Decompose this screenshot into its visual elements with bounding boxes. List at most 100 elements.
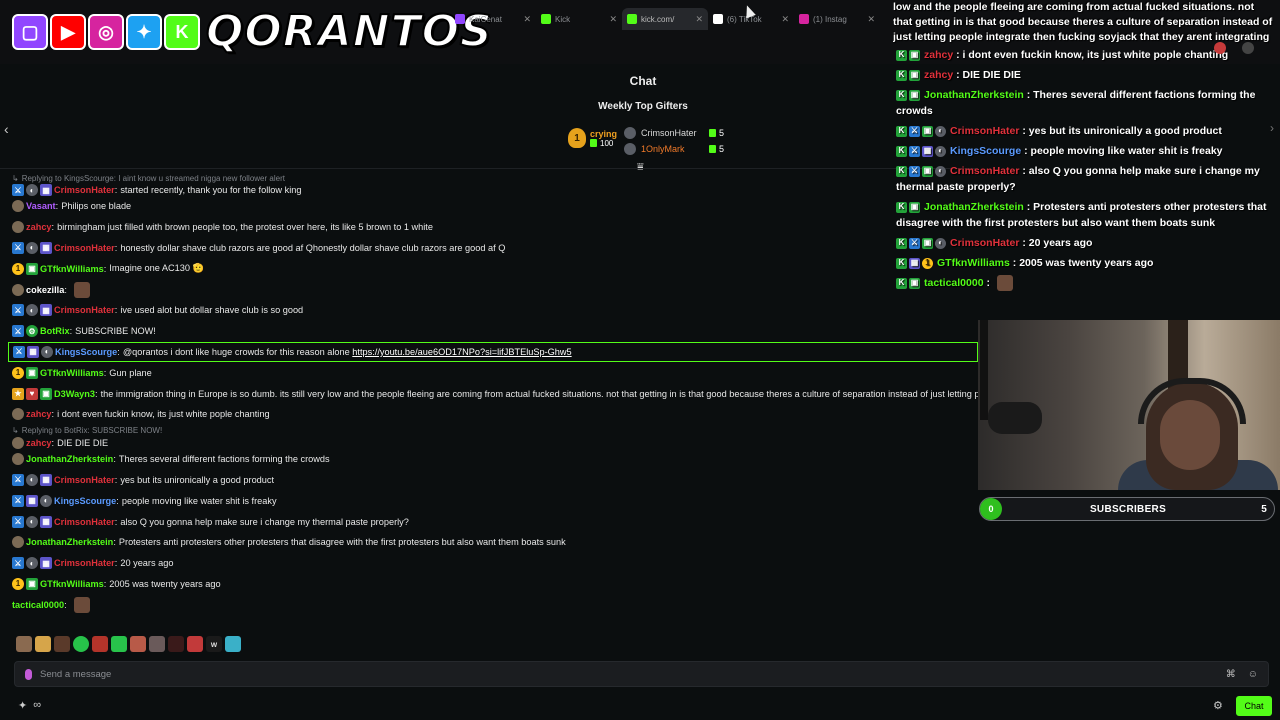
emoji-icon[interactable]: ☺ [1248,669,1258,680]
overlay-message-text: people moving like water shit is freaky [1030,145,1223,157]
chat-username[interactable]: cokezilla [26,285,64,295]
chat-input[interactable] [40,668,1226,680]
mic-icon[interactable] [25,668,32,680]
chat-username[interactable]: CrimsonHater [54,185,115,195]
separator: : [113,537,116,548]
chat-username[interactable]: zahcy [26,438,52,448]
chat-message[interactable]: Vasant: Philips one blade [12,196,978,217]
chat-username[interactable]: GTfknWilliams [40,368,104,378]
chat-username[interactable]: KingsScourge [55,347,117,357]
overlay-message: K ▣ zahcy : DIE DIE DIE [893,65,1280,85]
chat-username[interactable]: GTfknWilliams [40,579,104,589]
chat-username[interactable]: D3Wayn3 [54,389,95,399]
separator: : [1019,125,1029,137]
chat-message[interactable]: tactical0000: [12,594,978,615]
top-gifter[interactable]: 1 crying 100 [568,128,617,148]
collapse-chat-icon[interactable]: ‹ [4,121,9,137]
overlay-username: tactical0000 [924,277,984,289]
emote-icon[interactable] [92,636,108,652]
chat-username[interactable]: CrimsonHater [54,558,115,568]
chat-username[interactable]: Vasant [26,201,56,211]
emote-icon[interactable] [54,636,70,652]
chat-message[interactable]: JonathanZherkstein: Protesters anti prote… [12,532,978,553]
chat-username[interactable]: GTfknWilliams [40,264,104,274]
chat-input-box[interactable]: ⌘ ☺ [14,661,1269,687]
chat-username[interactable]: CrimsonHater [54,305,115,315]
reply-context[interactable]: ↳ Replying to BotRix: SUBSCRIBE NOW! [12,425,978,437]
avatar-badge-icon [12,221,24,234]
more-icon[interactable] [1242,42,1254,54]
reply-context[interactable]: ↳ Replying to KingsScourge: I aint know u… [12,172,978,184]
browser-tab[interactable]: Kick ✕ [536,8,622,30]
browser-tab[interactable]: KaiCenat ✕ [450,8,536,30]
chat-message-list[interactable]: ↳ Replying to KingsScourge: I aint know u… [8,172,978,615]
chat-username[interactable]: JonathanZherkstein [26,537,113,547]
close-tab-icon[interactable]: ✕ [781,14,789,25]
og-badge-icon: ◐ [26,557,38,570]
og-badge-icon: ◐ [26,241,38,254]
emote-icon[interactable] [187,636,203,652]
chat-username[interactable]: zahcy [26,222,52,232]
chat-message[interactable]: cokezilla: [12,279,978,300]
command-icon[interactable]: ⌘ [1226,669,1236,680]
mod-badge-icon: ⚔ [12,515,24,528]
close-tab-icon[interactable]: ✕ [523,14,531,25]
profile-icon[interactable] [1214,42,1226,54]
og-badge-icon: ◐ [935,125,946,137]
chat-message[interactable]: ⚔ ◐ ▦ CrimsonHater: ive used alot but dollar… [12,300,978,321]
browser-tab[interactable]: kick.com/ ✕ [622,8,708,30]
chat-username[interactable]: KingsScourge [54,496,116,506]
emote-icon[interactable] [73,636,89,652]
overlay-text-line: low and the people fleeing are coming fr… [893,1,1255,13]
chat-message[interactable]: zahcy: i dont even fuckin know, its just … [12,404,978,425]
chat-message[interactable]: 1 ▣ GTfknWilliams: Imagine one AC130 🫡 [12,258,978,279]
emote-icon[interactable] [111,636,127,652]
chat-message[interactable]: ⚔ ◐ ▦ CrimsonHater:20 years ago [12,553,978,574]
mod-badge-icon: ⚔ [909,125,920,137]
chat-message[interactable]: ⚔ ◐ ▦ CrimsonHater: yes but its unironically… [12,470,978,491]
chat-message[interactable]: ★ ♥ ▣ D3Wayn3: the immigration thing in Euro… [12,383,978,404]
chat-message[interactable]: zahcy: birmingham just filled with brown … [12,217,978,238]
emote-icon[interactable] [168,636,184,652]
close-tab-icon[interactable]: ✕ [695,14,703,25]
chat-username[interactable]: BotRix [40,326,70,336]
chat-message[interactable]: ⚔ ▦ ◐ KingsScourge: people moving like water… [12,490,978,511]
emote-icon[interactable]: w [206,636,222,652]
chat-message[interactable]: JonathanZherkstein: Theres several differ… [12,449,978,470]
chat-send-button[interactable]: Chat [1236,696,1272,716]
chat-message[interactable]: ⚔ ◐ ▦ CrimsonHater: also Q you gonna help ma… [12,511,978,532]
chat-message[interactable]: 1 ▣ GTfknWilliams: Gun plane [12,362,978,383]
chat-message[interactable]: ⚔ ⚙ BotRix: SUBSCRIBE NOW! [12,321,978,342]
emote-bar[interactable]: w [16,636,241,652]
gifter-row[interactable]: CrimsonHater 5 [624,125,724,141]
chat-message[interactable]: zahcy: DIE DIE DIE [12,436,978,449]
chat-username[interactable]: zahcy [26,409,52,419]
browser-tab[interactable]: (1) Instag ✕ [794,8,880,30]
separator: : [1009,257,1020,269]
close-tab-icon[interactable]: ✕ [867,14,875,25]
og-badge-icon: ◐ [935,237,946,249]
chat-username[interactable]: tactical0000 [12,600,64,610]
chat-message[interactable]: ⚔ ◐ ▦ CrimsonHater: honestly dollar shave cl… [12,238,978,259]
emote-icon[interactable] [16,636,32,652]
chat-message-text: i dont even fuckin know, its just white … [57,409,270,420]
settings-gear-icon[interactable]: ⚙ [1213,699,1223,712]
emote-icon[interactable] [149,636,165,652]
gifter-row[interactable]: 1OnlyMark 5 [624,141,724,157]
chat-message[interactable]: ⚔ ▦ ◐ KingsScourge: @qorantos i dont like hu… [8,341,978,363]
chat-message[interactable]: ⚔ ◐ ▦ CrimsonHater: started recently, thank … [12,184,978,196]
chat-username[interactable]: CrimsonHater [54,517,115,527]
emote-icon[interactable] [35,636,51,652]
chat-message[interactable]: 1 ▣ GTfknWilliams:2005 was twenty years ag… [12,574,978,595]
green-badge-icon: ▣ [26,262,38,275]
chat-username[interactable]: CrimsonHater [54,475,115,485]
infinity-icon[interactable]: ∞ [33,699,41,712]
chat-link[interactable]: https://youtu.be/aue6OD17NPo?si=lifJBTEl… [352,347,571,357]
chat-username[interactable]: CrimsonHater [54,243,115,253]
chat-username[interactable]: JonathanZherkstein [26,454,113,464]
close-tab-icon[interactable]: ✕ [609,14,617,25]
emote-icon[interactable] [130,636,146,652]
emote-icon[interactable] [225,636,241,652]
green-badge-icon: ▣ [26,366,38,379]
mention-icon[interactable]: ✦ [18,699,27,712]
